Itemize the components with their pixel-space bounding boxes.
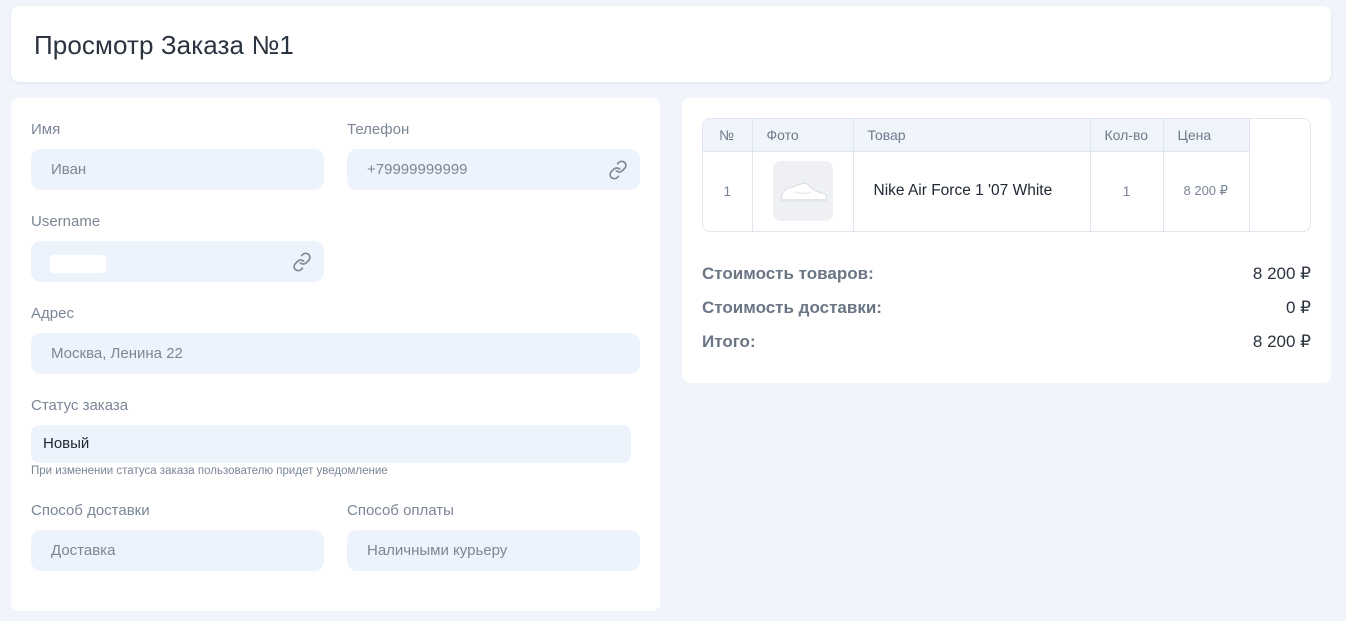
order-form-card: Имя Иван Телефон +79999999999 Username А… — [11, 98, 660, 611]
delivery-label: Способ доставки — [31, 502, 150, 519]
column-header-price: Цена — [1163, 119, 1250, 152]
delivery-cost-label: Стоимость доставки: — [702, 298, 882, 317]
delivery-cost-row: Стоимость доставки: 0 ₽ — [702, 296, 1311, 320]
phone-label: Телефон — [347, 121, 410, 138]
page-title: Просмотр Заказа №1 — [34, 30, 294, 60]
total-value: 8 200 ₽ — [1252, 332, 1311, 351]
column-header-qty: Кол-во — [1090, 119, 1164, 152]
name-label: Имя — [31, 121, 61, 138]
username-label: Username — [31, 213, 101, 230]
delivery-field[interactable]: Доставка — [31, 530, 324, 571]
link-icon[interactable] — [607, 159, 628, 180]
status-select[interactable]: Новый — [31, 425, 631, 463]
username-masked-value — [50, 255, 106, 273]
table-row: 1 Nike Air Force 1 '07 White 1 8 200 ₽ — [703, 151, 1250, 231]
goods-cost-value: 8 200 ₽ — [1252, 264, 1311, 283]
sneaker-photo[interactable] — [772, 161, 833, 222]
order-items-table: № Фото Товар Кол-во Цена 1 Nike Air Forc… — [702, 118, 1311, 232]
phone-field[interactable]: +79999999999 — [347, 149, 640, 190]
column-header-product: Товар — [853, 119, 1091, 152]
status-hint: При изменении статуса заказа пользовател… — [31, 465, 388, 477]
row-qty: 1 — [1090, 151, 1164, 231]
phone-value: +79999999999 — [367, 161, 468, 178]
status-label: Статус заказа — [31, 397, 129, 414]
order-summary-card: № Фото Товар Кол-во Цена 1 Nike Air Forc… — [682, 98, 1331, 383]
payment-label: Способ оплаты — [347, 502, 454, 519]
row-product: Nike Air Force 1 '07 White — [853, 151, 1091, 231]
delivery-value: Доставка — [51, 542, 116, 559]
total-row: Итого: 8 200 ₽ — [702, 330, 1311, 354]
name-field[interactable]: Иван — [31, 149, 324, 190]
payment-value: Наличными курьеру — [367, 542, 508, 559]
row-photo-cell — [752, 151, 854, 231]
username-field[interactable] — [31, 241, 324, 282]
payment-field[interactable]: Наличными курьеру — [347, 530, 640, 571]
page-header: Просмотр Заказа №1 — [11, 6, 1331, 82]
row-num: 1 — [703, 151, 753, 231]
address-field[interactable]: Москва, Ленина 22 — [31, 333, 640, 374]
row-price: 8 200 ₽ — [1163, 151, 1250, 231]
status-value: Новый — [43, 435, 90, 452]
column-header-photo: Фото — [752, 119, 854, 152]
link-icon[interactable] — [291, 251, 312, 272]
goods-cost-row: Стоимость товаров: 8 200 ₽ — [702, 262, 1311, 286]
address-label: Адрес — [31, 305, 74, 322]
column-header-num: № — [703, 119, 753, 152]
address-value: Москва, Ленина 22 — [51, 345, 183, 362]
delivery-cost-value: 0 ₽ — [1286, 298, 1311, 317]
name-value: Иван — [51, 161, 87, 178]
goods-cost-label: Стоимость товаров: — [702, 264, 874, 283]
total-label: Итого: — [702, 332, 756, 351]
table-header-row: № Фото Товар Кол-во Цена — [703, 119, 1250, 152]
